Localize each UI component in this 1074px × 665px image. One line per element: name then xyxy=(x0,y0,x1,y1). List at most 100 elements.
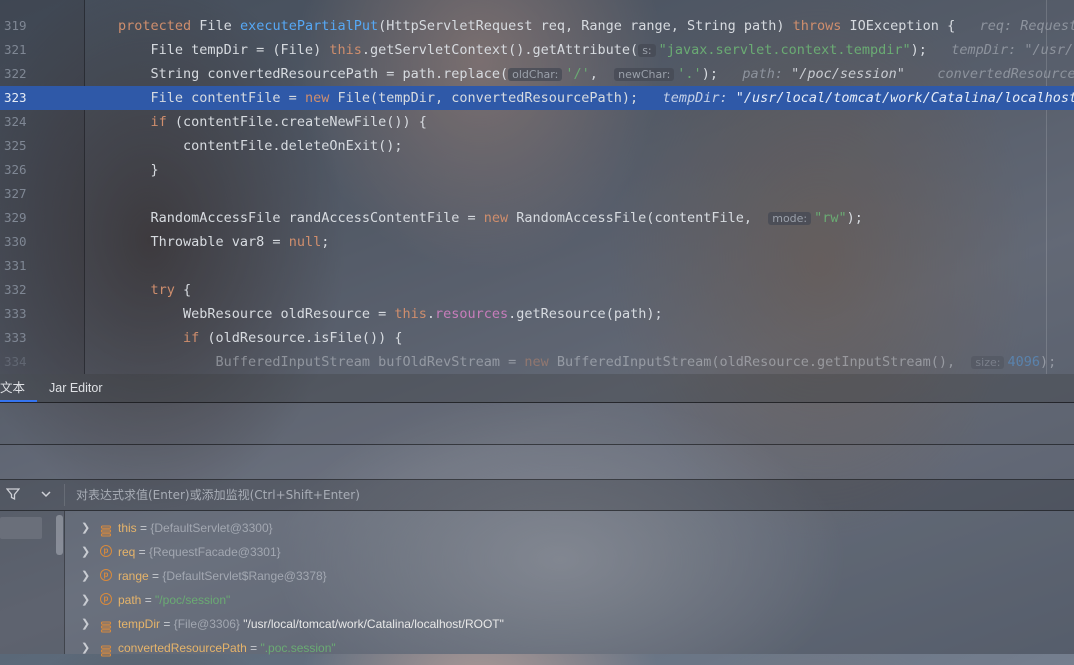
inline-debug-value: "/poc/session" xyxy=(791,66,905,82)
code-token: BufferedInputStream(oldResource.getInput… xyxy=(548,354,972,370)
code-token: '/' xyxy=(565,66,590,82)
parameter-hint: newChar: xyxy=(614,68,675,81)
code-text: protected File executePartialPut(HttpSer… xyxy=(118,14,1074,38)
code-line[interactable]: 331 xyxy=(0,254,1074,278)
code-line[interactable]: 333 if (oldResource.isFile()) { xyxy=(0,326,1074,350)
variable-value: ".poc.session" xyxy=(260,641,336,655)
code-token: (contentFile.createNewFile()) { xyxy=(166,114,427,130)
code-line[interactable]: 333 WebResource oldResource = this.resou… xyxy=(0,302,1074,326)
code-token: ); xyxy=(910,42,952,58)
code-line[interactable]: 325 contentFile.deleteOnExit(); xyxy=(0,134,1074,158)
expand-arrow-icon[interactable]: ❯ xyxy=(81,588,90,612)
variable-row[interactable]: ❯ p req = {RequestFacade@3301} xyxy=(65,540,1074,564)
code-text: try { xyxy=(118,278,192,302)
code-line[interactable]: 332 try { xyxy=(0,278,1074,302)
code-line[interactable]: 329 RandomAccessFile randAccessContentFi… xyxy=(0,206,1074,230)
line-number: 321 xyxy=(4,42,27,57)
equals-sign: = xyxy=(246,641,261,655)
expand-arrow-icon[interactable]: ❯ xyxy=(81,636,90,660)
code-line[interactable]: 330 Throwable var8 = null; xyxy=(0,230,1074,254)
line-number: 334 xyxy=(4,354,27,369)
evaluate-expression-input[interactable] xyxy=(70,484,1072,506)
code-token: Throwable var8 = xyxy=(118,234,289,250)
code-token: (HttpServletRequest req, Range range, St… xyxy=(378,18,793,34)
code-token: File contentFile = xyxy=(118,90,305,106)
code-token: protected xyxy=(118,18,192,34)
frames-scrollbar[interactable] xyxy=(56,515,63,555)
variable-name: convertedResourcePath xyxy=(118,641,247,655)
parameter-hint: size: xyxy=(971,356,1005,369)
chevron-down-icon[interactable] xyxy=(38,486,56,504)
code-text: WebResource oldResource = this.resources… xyxy=(118,302,663,326)
code-text: if (contentFile.createNewFile()) { xyxy=(118,110,427,134)
code-token: { xyxy=(174,282,192,298)
code-token: File(tempDir, convertedResourcePath); xyxy=(329,90,663,106)
expand-arrow-icon[interactable]: ❯ xyxy=(81,516,90,540)
variable-row[interactable]: ❯ p range = {DefaultServlet$Range@3378} xyxy=(65,564,1074,588)
code-token: . xyxy=(426,306,435,322)
line-number: 327 xyxy=(4,186,27,201)
code-token: new xyxy=(483,210,509,226)
code-token: this xyxy=(394,306,427,322)
code-text: contentFile.deleteOnExit(); xyxy=(118,134,402,158)
inline-debug-value: tempDir: "/usr/local/tomcat/work/Catalin… xyxy=(951,42,1074,58)
tool-panel xyxy=(0,402,1074,445)
code-token: , xyxy=(589,66,615,82)
code-text: RandomAccessFile randAccessContentFile =… xyxy=(118,206,863,231)
code-token: resources xyxy=(435,306,509,322)
variable-row[interactable]: ❯ p path = "/poc/session" xyxy=(65,588,1074,612)
parameter-hint: s: xyxy=(638,44,656,57)
filter-icon[interactable] xyxy=(5,487,24,503)
equals-sign: = xyxy=(141,593,156,607)
line-number: 325 xyxy=(4,138,27,153)
code-token: WebResource oldResource = xyxy=(118,306,395,322)
toolbar-panel xyxy=(0,445,1074,480)
expand-arrow-icon[interactable]: ❯ xyxy=(81,564,90,588)
line-number: 330 xyxy=(4,234,27,249)
variable-type: {File@3306} xyxy=(173,617,240,631)
code-token: RandomAccessFile(contentFile, xyxy=(508,210,769,226)
variable-row[interactable]: ❯ this = {DefaultServlet@3300} xyxy=(65,516,1074,540)
frames-panel[interactable] xyxy=(0,511,65,654)
variable-name: this xyxy=(118,521,137,535)
field-icon xyxy=(100,641,112,657)
line-number: 326 xyxy=(4,162,27,177)
variable-row[interactable]: ❯ tempDir = {File@3306} "/usr/local/tomca… xyxy=(65,612,1074,636)
code-token: (oldResource.isFile()) { xyxy=(199,330,403,346)
code-token: 4096 xyxy=(1007,354,1040,370)
current-execution-line[interactable]: 323 File contentFile = new File(tempDir,… xyxy=(0,86,1074,110)
variable-name: tempDir xyxy=(118,617,161,631)
line-number: 322 xyxy=(4,66,27,81)
variable-type: {DefaultServlet$Range@3378} xyxy=(162,569,327,583)
equals-sign: = xyxy=(148,569,163,583)
expand-arrow-icon[interactable]: ❯ xyxy=(81,540,90,564)
code-line[interactable]: 326 } xyxy=(0,158,1074,182)
code-line[interactable]: 324 if (contentFile.createNewFile()) { xyxy=(0,110,1074,134)
parameter-icon: p xyxy=(100,593,112,605)
variable-row[interactable]: ❯ convertedResourcePath = ".poc.session" xyxy=(65,636,1074,660)
code-line[interactable]: 322 String convertedResourcePath = path.… xyxy=(0,62,1074,86)
code-token: String convertedResourcePath = path.repl… xyxy=(118,66,509,82)
variable-name: path xyxy=(118,593,142,607)
code-token: ); xyxy=(701,66,743,82)
code-token: .getServletContext().getAttribute( xyxy=(361,42,639,58)
parameter-icon: p xyxy=(100,545,112,557)
code-text: String convertedResourcePath = path.repl… xyxy=(118,62,1074,87)
code-line[interactable]: 319 protected File executePartialPut(Http… xyxy=(0,14,1074,38)
tab-text[interactable]: 文本 xyxy=(0,374,37,402)
equals-sign: = xyxy=(136,521,151,535)
tab-label: Jar Editor xyxy=(49,381,103,395)
line-number: 331 xyxy=(4,258,27,273)
inline-debug-value: tempDir: xyxy=(662,90,736,106)
code-token: try xyxy=(150,282,175,298)
code-line[interactable]: 334 BufferedInputStream bufOldRevStream … xyxy=(0,350,1074,374)
code-editor[interactable]: 319 protected File executePartialPut(Http… xyxy=(0,0,1074,374)
code-line[interactable]: 321 File tempDir = (File) this.getServle… xyxy=(0,38,1074,62)
code-token: contentFile.deleteOnExit(); xyxy=(118,138,403,154)
tab-jar-editor[interactable]: Jar Editor xyxy=(49,374,103,402)
selected-frame[interactable] xyxy=(0,517,42,539)
code-line[interactable]: 327 xyxy=(0,182,1074,206)
expand-arrow-icon[interactable]: ❯ xyxy=(81,612,90,636)
line-number: 324 xyxy=(4,114,27,129)
